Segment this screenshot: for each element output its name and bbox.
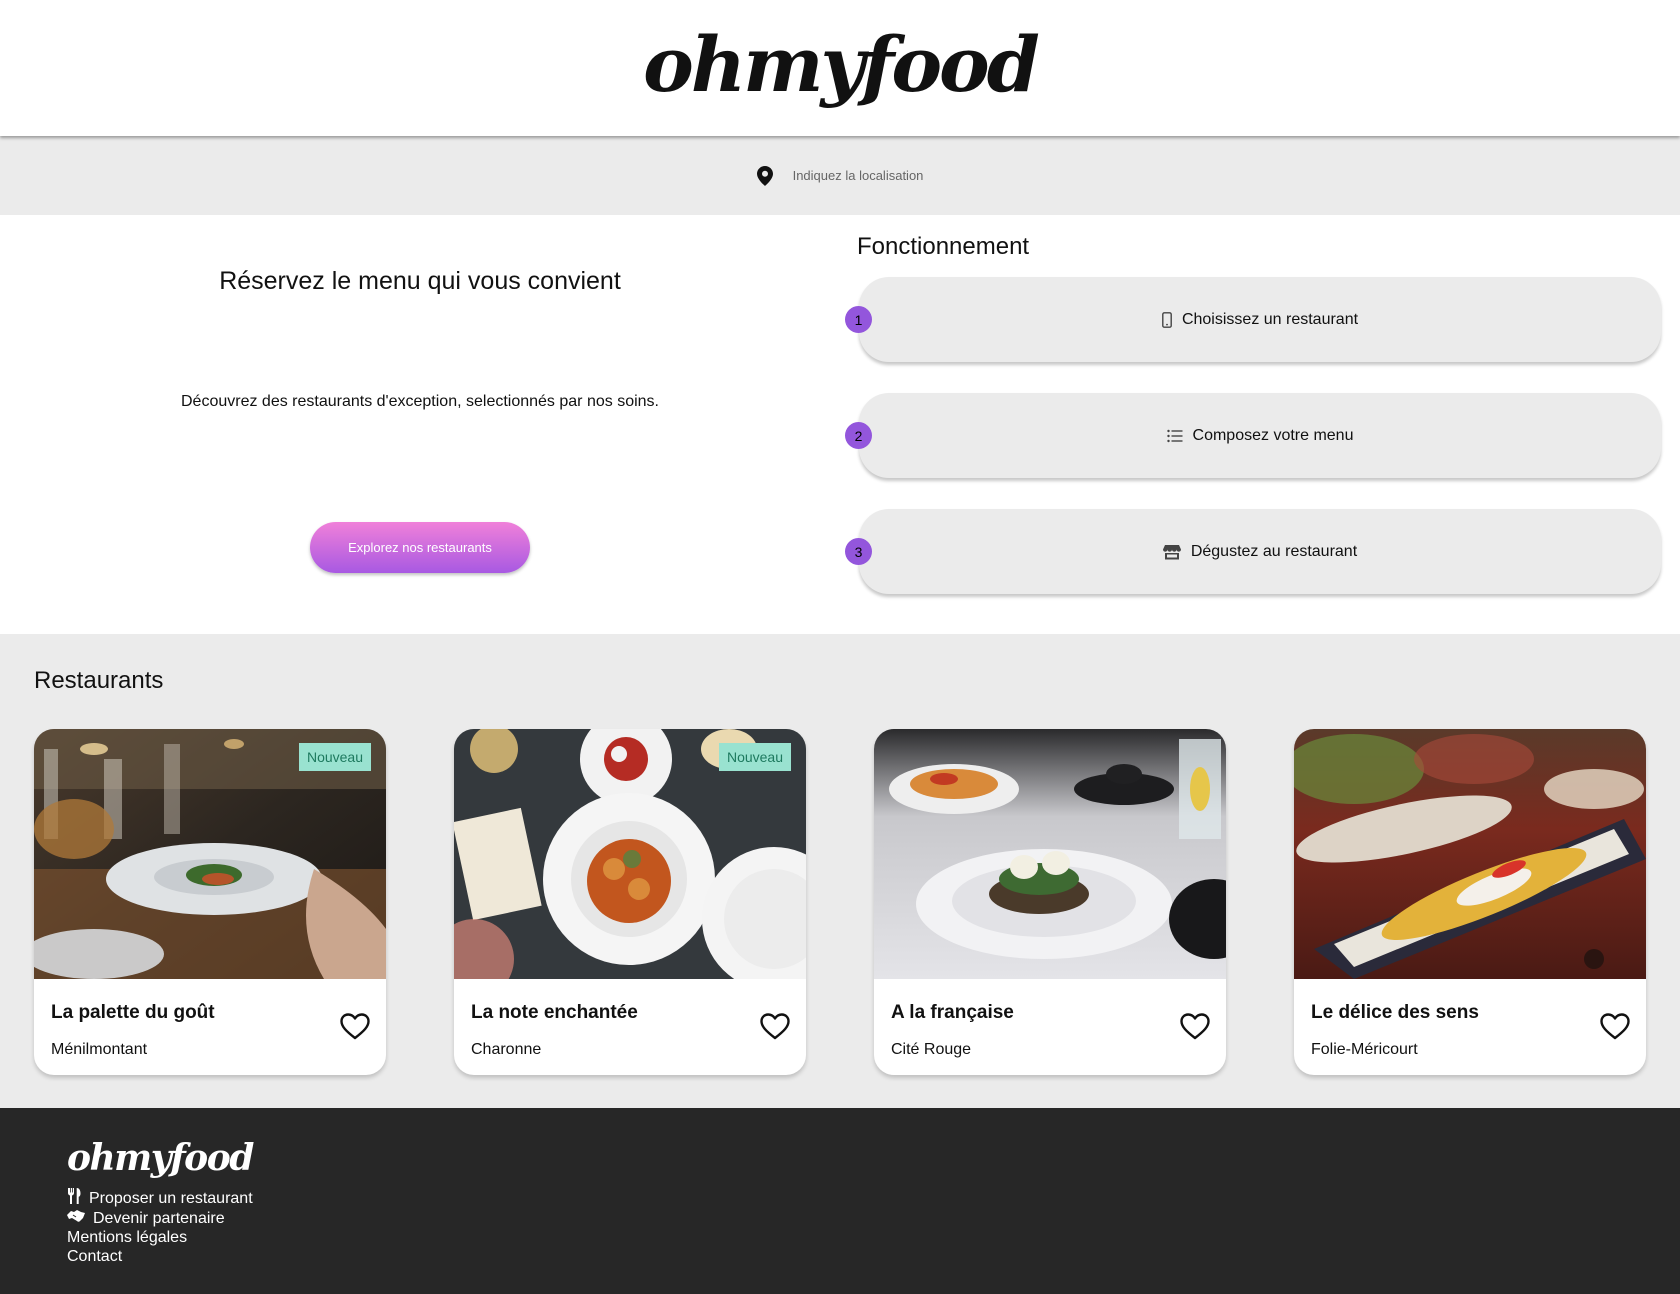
restaurant-card[interactable]: A la française Cité Rouge bbox=[874, 729, 1226, 1075]
location-input[interactable]: Indiquez la localisation bbox=[793, 168, 924, 183]
restaurant-cards: Nouveau La palette du goût Ménilmontant bbox=[34, 729, 1646, 1075]
site-header: ohmyfood bbox=[0, 0, 1680, 136]
list-icon bbox=[1166, 429, 1183, 443]
map-pin-icon bbox=[756, 165, 773, 186]
restaurant-card[interactable]: Nouveau La palette du goût Ménilmontant bbox=[34, 729, 386, 1075]
restaurant-name: La palette du goût bbox=[51, 1002, 215, 1023]
heart-icon[interactable] bbox=[1180, 1013, 1210, 1045]
restaurant-photo: Nouveau bbox=[454, 729, 806, 979]
footer-link-label: Proposer un restaurant bbox=[89, 1190, 253, 1207]
new-badge: Nouveau bbox=[298, 743, 371, 771]
footer-link-contact[interactable]: Contact bbox=[67, 1247, 253, 1266]
restaurant-photo bbox=[874, 729, 1226, 979]
hero-subtitle: Découvrez des restaurants d'exception, s… bbox=[181, 393, 659, 410]
step-compose-menu[interactable]: 2 Composez votre menu bbox=[845, 393, 1661, 478]
footer-links: Proposer un restaurant Devenir partenair… bbox=[67, 1188, 253, 1266]
restaurant-location: Ménilmontant bbox=[51, 1041, 148, 1058]
heart-icon[interactable] bbox=[760, 1013, 790, 1045]
new-badge: Nouveau bbox=[718, 743, 791, 771]
step-number: 2 bbox=[845, 422, 872, 449]
footer-link-label: Contact bbox=[67, 1248, 123, 1265]
footer-link-label: Devenir partenaire bbox=[93, 1210, 225, 1227]
heart-icon[interactable] bbox=[340, 1013, 370, 1045]
footer-link-legal[interactable]: Mentions légales bbox=[67, 1228, 253, 1247]
how-title: Fonctionnement bbox=[857, 233, 1030, 260]
restaurant-card[interactable]: Le délice des sens Folie-Méricourt bbox=[1294, 729, 1646, 1075]
heart-icon[interactable] bbox=[1600, 1013, 1630, 1045]
restaurants-title: Restaurants bbox=[34, 667, 164, 694]
hero-title: Réservez le menu qui vous convient bbox=[219, 267, 621, 295]
restaurant-location: Folie-Méricourt bbox=[1311, 1041, 1418, 1058]
step-taste-restaurant[interactable]: 3 Dégustez au restaurant bbox=[845, 509, 1661, 594]
step-number: 3 bbox=[845, 538, 872, 565]
step-number: 1 bbox=[845, 306, 872, 333]
footer-link-label: Mentions légales bbox=[67, 1229, 188, 1246]
footer-link-become-partner[interactable]: Devenir partenaire bbox=[67, 1209, 253, 1228]
step-choose-restaurant[interactable]: 1 Choisissez un restaurant bbox=[845, 277, 1661, 362]
restaurant-card[interactable]: Nouveau La note enchantée Charonne bbox=[454, 729, 806, 1075]
step-label: Dégustez au restaurant bbox=[1190, 542, 1358, 560]
restaurant-name: La note enchantée bbox=[471, 1002, 638, 1023]
restaurant-location: Cité Rouge bbox=[891, 1041, 972, 1058]
store-icon bbox=[1162, 544, 1181, 560]
site-footer: ohmyfood Proposer un restaurant Devenir … bbox=[0, 1108, 1680, 1294]
mobile-phone-icon bbox=[1162, 311, 1172, 328]
step-label: Choisissez un restaurant bbox=[1181, 310, 1359, 328]
restaurant-location: Charonne bbox=[471, 1041, 542, 1058]
top-section: Réservez le menu qui vous convient Décou… bbox=[0, 215, 1680, 634]
restaurant-photo bbox=[1294, 729, 1646, 979]
location-bar[interactable]: Indiquez la localisation bbox=[0, 136, 1680, 215]
explore-restaurants-button[interactable]: Explorez nos restaurants bbox=[310, 522, 530, 573]
footer-link-propose-restaurant[interactable]: Proposer un restaurant bbox=[67, 1188, 253, 1209]
restaurant-photo: Nouveau bbox=[34, 729, 386, 979]
site-logo[interactable]: ohmyfood bbox=[643, 27, 1040, 103]
handshake-icon bbox=[67, 1209, 85, 1228]
how-it-works: Fonctionnement 1 Choisissez un restauran… bbox=[840, 215, 1680, 634]
step-label: Composez votre menu bbox=[1192, 426, 1354, 444]
utensils-icon bbox=[67, 1188, 81, 1209]
restaurant-name: A la française bbox=[891, 1002, 1014, 1023]
footer-logo[interactable]: ohmyfood bbox=[67, 1140, 254, 1176]
restaurant-name: Le délice des sens bbox=[1311, 1002, 1479, 1023]
hero: Réservez le menu qui vous convient Décou… bbox=[0, 215, 840, 634]
restaurants-section: Restaurants Nouveau La palette du goût M… bbox=[0, 634, 1680, 1108]
